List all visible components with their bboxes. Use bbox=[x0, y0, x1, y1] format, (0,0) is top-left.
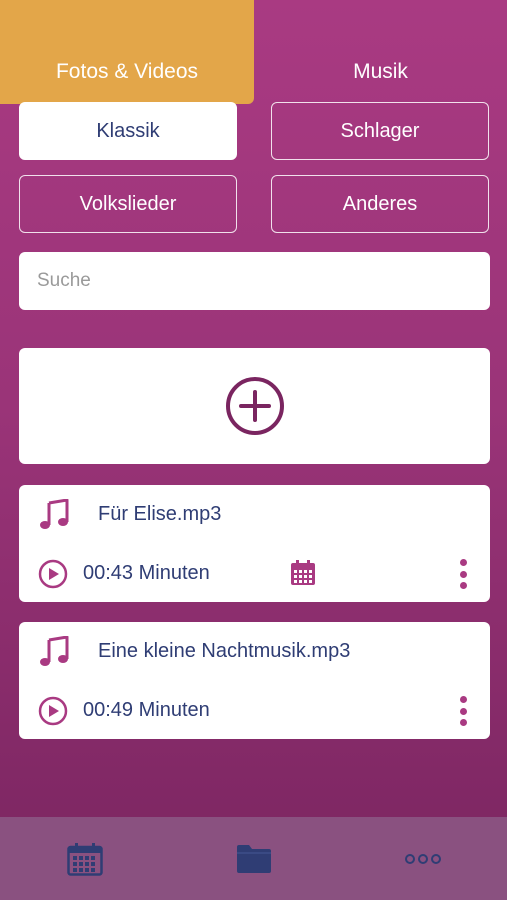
music-note-icon bbox=[40, 499, 69, 529]
item-duration: 00:49 Minuten bbox=[83, 699, 210, 721]
plus-circle-icon bbox=[225, 377, 284, 435]
tab-musik[interactable]: Musik bbox=[254, 0, 507, 104]
list-item[interactable]: Für Elise.mp3 00:43 Minuten bbox=[19, 485, 490, 602]
category-schlager-button[interactable]: Schlager bbox=[271, 102, 489, 160]
more-options-icon[interactable] bbox=[452, 696, 474, 726]
item-duration: 00:43 Minuten bbox=[83, 562, 210, 584]
search-input[interactable] bbox=[19, 252, 490, 310]
top-tabs: Fotos & Videos Musik bbox=[0, 0, 507, 104]
folder-icon bbox=[236, 844, 271, 873]
item-title: Für Elise.mp3 bbox=[98, 503, 222, 525]
bottom-nav bbox=[0, 817, 507, 900]
item-title: Eine kleine Nachtmusik.mp3 bbox=[98, 640, 351, 662]
music-note-icon bbox=[40, 636, 69, 666]
nav-more-button[interactable] bbox=[338, 817, 507, 900]
add-file-button[interactable] bbox=[19, 348, 490, 464]
category-volkslieder-button[interactable]: Volkslieder bbox=[19, 175, 237, 233]
list-item[interactable]: Eine kleine Nachtmusik.mp3 00:49 Minuten bbox=[19, 622, 490, 739]
more-horizontal-icon bbox=[404, 853, 441, 864]
calendar-icon bbox=[66, 842, 103, 876]
category-anderes-button[interactable]: Anderes bbox=[271, 175, 489, 233]
category-klassik-button[interactable]: Klassik bbox=[19, 102, 237, 160]
tab-fotos-videos[interactable]: Fotos & Videos bbox=[0, 0, 254, 104]
play-icon[interactable] bbox=[38, 559, 68, 589]
nav-calendar-button[interactable] bbox=[0, 817, 169, 900]
play-icon[interactable] bbox=[38, 696, 68, 726]
more-options-icon[interactable] bbox=[452, 559, 474, 589]
nav-folder-button[interactable] bbox=[169, 817, 338, 900]
calendar-icon[interactable] bbox=[290, 560, 316, 586]
